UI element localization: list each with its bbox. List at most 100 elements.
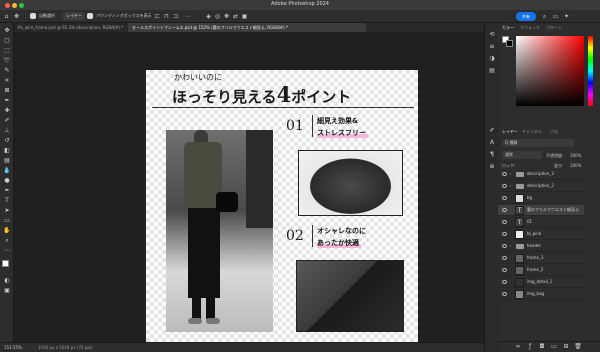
rectangle-tool-icon[interactable]: ▭ — [3, 217, 11, 225]
eye-icon[interactable] — [502, 220, 507, 224]
workspace-icon[interactable]: ▭ — [552, 13, 559, 20]
layer-row-selected[interactable]: T 腰のフリルでウエスト細見え — [498, 205, 584, 216]
zoom-tool-icon[interactable]: ⌕ — [3, 237, 11, 245]
dodge-tool-icon[interactable]: ● — [3, 177, 11, 185]
screen-mode-icon[interactable]: ▣ — [3, 287, 11, 295]
eye-icon[interactable] — [502, 172, 507, 176]
more-tools-icon[interactable]: ⋯ — [3, 247, 11, 255]
glyphs-panel-icon[interactable]: ⊕ — [488, 163, 496, 171]
eye-icon[interactable] — [502, 292, 507, 296]
zoom-level[interactable]: 151.55% — [4, 345, 22, 350]
hue-slider[interactable] — [588, 36, 593, 106]
fill-value[interactable]: 100% — [570, 163, 581, 168]
layer-style-icon[interactable]: ƒ — [526, 343, 534, 351]
crop-tool-icon[interactable]: ⌗ — [3, 77, 11, 85]
align-left-icon[interactable]: ⊏ — [154, 13, 161, 20]
search-icon[interactable]: ⌕ — [541, 13, 548, 20]
home-icon[interactable]: ⌂ — [3, 13, 10, 20]
delete-layer-icon[interactable]: 🗑 — [574, 343, 582, 351]
quick-mask-icon[interactable]: ◐ — [3, 277, 11, 285]
opacity-value[interactable]: 100% — [570, 153, 581, 158]
properties-panel-icon[interactable]: ≡ — [488, 43, 496, 51]
align-center-icon[interactable]: ⊓ — [163, 13, 170, 20]
3d-mode-icon[interactable]: ◈ — [205, 13, 212, 20]
eyedropper-tool-icon[interactable]: ✒ — [3, 97, 11, 105]
panel-background-swatch[interactable] — [506, 40, 513, 47]
frame-tool-icon[interactable]: ⊠ — [3, 87, 11, 95]
blend-mode-select[interactable]: 通常 — [502, 151, 542, 159]
share-button[interactable]: 共有 — [516, 12, 536, 21]
libraries-panel-icon[interactable]: ▤ — [488, 67, 496, 75]
foreground-color-swatch[interactable] — [2, 260, 9, 267]
pan-icon[interactable]: ✥ — [223, 13, 230, 20]
layer-row[interactable]: › description_3 — [498, 169, 584, 180]
layer-row[interactable]: frame_3 — [498, 253, 584, 264]
marquee-tool-icon[interactable]: ⬚ — [3, 47, 11, 55]
layer-row[interactable]: bg — [498, 193, 584, 204]
slide-icon[interactable]: ⇄ — [232, 13, 239, 20]
scale-icon[interactable]: ▣ — [241, 13, 248, 20]
history-brush-tool-icon[interactable]: ↺ — [3, 137, 11, 145]
eye-icon[interactable] — [502, 184, 507, 188]
character-panel-icon[interactable]: A — [488, 139, 496, 147]
gradient-tool-icon[interactable]: ▤ — [3, 157, 11, 165]
type-tool-icon[interactable]: T — [3, 197, 11, 205]
lasso-tool-icon[interactable]: ➰ — [3, 57, 11, 65]
layer-row[interactable]: › description_2 — [498, 181, 584, 192]
eye-icon[interactable] — [502, 232, 507, 236]
point2-divider — [312, 225, 313, 247]
tab-color[interactable]: カラー — [502, 23, 514, 32]
tab-fix-wire-frame[interactable]: fix_wire_frame.psd @ 65.3% (description,… — [14, 23, 126, 32]
artboard-tool-icon[interactable]: ▢ — [3, 37, 11, 45]
add-mask-icon[interactable]: ◘ — [538, 343, 546, 351]
layer-kind-filter[interactable]: Q 種類 — [502, 139, 574, 147]
layer-row[interactable]: img_detail_1 — [498, 277, 584, 288]
tab-sales-point-frame[interactable]: セールスポイントフレーム①.psd @ 152% (腰のフリルでウエスト細見え,… — [128, 23, 366, 32]
layer-row[interactable]: T 01 — [498, 217, 584, 228]
new-layer-icon[interactable]: ⊞ — [562, 343, 570, 351]
move-tool-icon[interactable]: ✥ — [13, 13, 20, 20]
eraser-tool-icon[interactable]: ◧ — [3, 147, 11, 155]
auto-select-checkbox[interactable] — [30, 13, 36, 19]
more-options-icon[interactable]: ⋯ — [185, 13, 192, 20]
orbit-icon[interactable]: ◎ — [214, 13, 221, 20]
paragraph-panel-icon[interactable]: ¶ — [488, 151, 496, 159]
tab-layers[interactable]: レイヤー — [502, 127, 518, 136]
new-group-icon[interactable]: ▭ — [550, 343, 558, 351]
history-panel-icon[interactable]: ⟲ — [488, 31, 496, 39]
link-layers-icon[interactable]: ∞ — [514, 343, 522, 351]
hand-tool-icon[interactable]: ✋ — [3, 227, 11, 235]
discover-icon[interactable]: ✦ — [563, 13, 570, 20]
quick-select-tool-icon[interactable]: ✎ — [3, 67, 11, 75]
eye-icon[interactable] — [502, 208, 507, 212]
move-tool-icon[interactable]: ✥ — [3, 27, 11, 35]
pen-tool-icon[interactable]: ✒ — [3, 187, 11, 195]
document-canvas[interactable]: かわいいのに ほっそり見える4ポイント 01 細見え効果& ストレスフリー 02… — [146, 70, 418, 342]
layer-row[interactable]: img_bag — [498, 289, 584, 300]
tab-channels[interactable]: チャンネル — [522, 127, 542, 136]
fabric-detail-photo — [296, 260, 404, 332]
adjustments-panel-icon[interactable]: ◑ — [488, 55, 496, 63]
layer-row[interactable]: › header — [498, 241, 584, 252]
eye-icon[interactable] — [502, 280, 507, 284]
brush-panel-icon[interactable]: ✐ — [488, 127, 496, 135]
stamp-tool-icon[interactable]: ⊥ — [3, 127, 11, 135]
path-select-tool-icon[interactable]: ➤ — [3, 207, 11, 215]
align-right-icon[interactable]: ⊐ — [172, 13, 179, 20]
eye-icon[interactable] — [502, 244, 507, 248]
eye-icon[interactable] — [502, 196, 507, 200]
layer-row[interactable]: frame_2 — [498, 265, 584, 276]
tab-swatches[interactable]: スウォッチ — [520, 23, 540, 32]
headline-tail: ポイント — [291, 88, 352, 106]
blur-tool-icon[interactable]: 💧 — [3, 167, 11, 175]
layer-row[interactable]: bl_pink — [498, 229, 584, 240]
tab-paths[interactable]: パス — [550, 127, 558, 136]
tab-patterns[interactable]: パターン — [546, 23, 562, 32]
healing-brush-tool-icon[interactable]: ✚ — [3, 107, 11, 115]
color-picker-field[interactable] — [516, 36, 584, 106]
bounding-box-checkbox[interactable] — [87, 13, 93, 19]
eye-icon[interactable] — [502, 256, 507, 260]
brush-tool-icon[interactable]: ✐ — [3, 117, 11, 125]
layer-dropdown[interactable]: レイヤー — [63, 12, 85, 20]
eye-icon[interactable] — [502, 268, 507, 272]
